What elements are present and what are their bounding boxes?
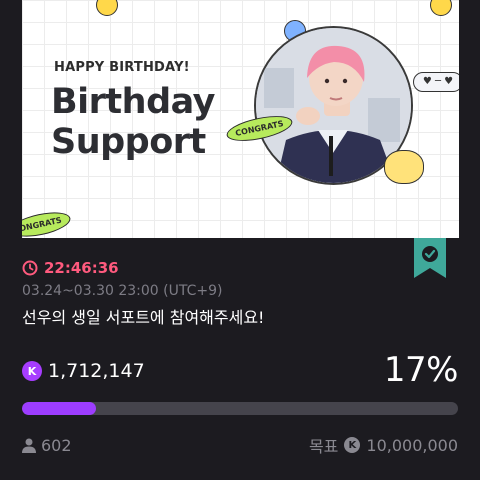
- raised-amount: 1,712,147: [48, 360, 145, 382]
- countdown-row: 22:46:36: [22, 258, 119, 278]
- cake-sticker-icon: [384, 150, 424, 184]
- k-coin-icon: K: [344, 437, 361, 453]
- supporters-count: 602: [41, 435, 72, 455]
- congrats-sticker: ONGRATS: [22, 207, 73, 238]
- event-period: 03.24~03.30 23:00 (UTC+9): [22, 283, 223, 299]
- goal-label: 목표: [308, 437, 339, 456]
- smiley-sticker-icon: [430, 0, 452, 16]
- banner-greeting: HAPPY BIRTHDAY!: [54, 60, 190, 75]
- event-banner[interactable]: HAPPY BIRTHDAY! Birthday Support ♥ ─ ♥ C…: [22, 0, 459, 238]
- k-coin-icon: K: [22, 361, 42, 381]
- banner-headline: Birthday Support: [51, 82, 216, 162]
- person-icon: [22, 438, 36, 453]
- goal-amount: 10,000,000: [366, 435, 458, 455]
- progress-bar: [22, 402, 458, 415]
- progress-percent: 17%: [383, 350, 459, 390]
- banner-headline-line1: Birthday: [51, 82, 216, 122]
- countdown-timer: 22:46:36: [44, 259, 119, 277]
- supporters-count-row: 602: [22, 434, 72, 456]
- check-badge-icon: [414, 238, 446, 278]
- goal-row: 목표 K 10,000,000: [308, 434, 458, 457]
- banner-headline-line2: Support: [51, 122, 206, 162]
- clock-icon: [22, 260, 38, 276]
- progress-bar-fill: [22, 402, 97, 415]
- raised-amount-row: K 1,712,147: [22, 358, 145, 384]
- heart-sticker-icon: ♥ ─ ♥: [413, 72, 459, 92]
- event-title[interactable]: 선우의 생일 서포트에 참여해주세요!: [22, 304, 264, 328]
- smiley-sticker-icon: [96, 0, 118, 16]
